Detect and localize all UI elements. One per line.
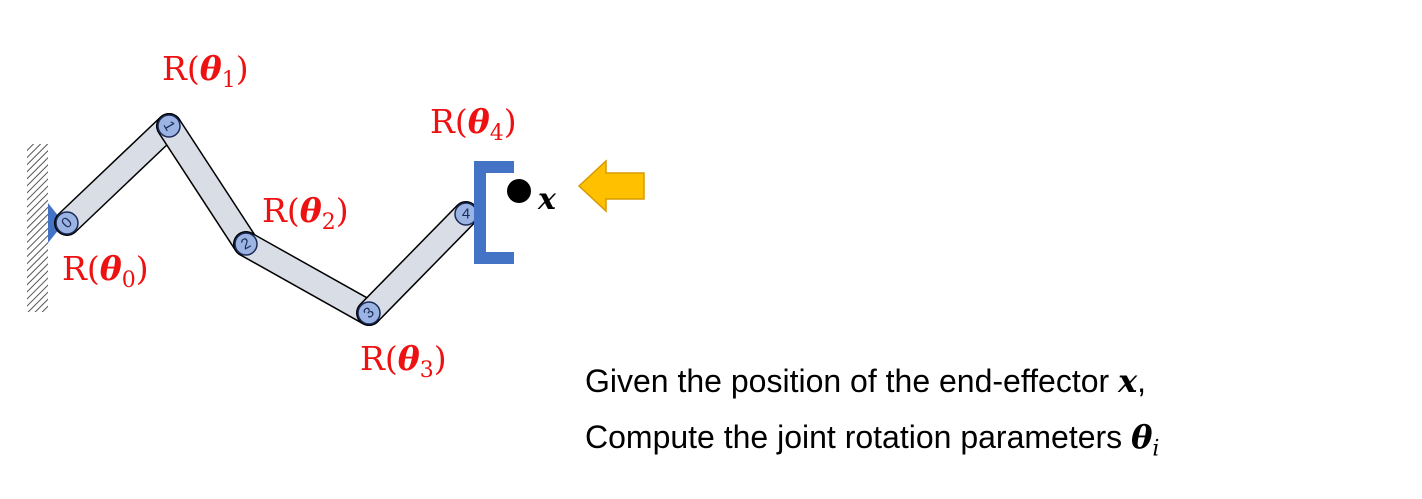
arrow-icon bbox=[577, 159, 645, 213]
gripper-icon bbox=[474, 161, 514, 264]
caption-line-1-end: , bbox=[1137, 363, 1147, 399]
caption-line-1-text: Given the position of the end-effector bbox=[585, 363, 1119, 399]
joint-label-0: R(θ0) bbox=[62, 249, 149, 293]
caption-line-1: Given the position of the end-effector x… bbox=[585, 362, 1146, 400]
joint-4-marker: 4 bbox=[454, 202, 478, 226]
caption-line-2-text: Compute the joint rotation parameters bbox=[585, 419, 1132, 455]
joint-2-marker: 2 bbox=[234, 232, 258, 256]
joint-1-marker: 1 bbox=[157, 114, 181, 138]
caption-var-x: x bbox=[1118, 362, 1138, 400]
joint-label-1: R(θ1) bbox=[162, 49, 249, 93]
target-label: x bbox=[537, 182, 557, 217]
joint-label-3: R(θ3) bbox=[360, 339, 447, 383]
caption-var-theta: θi bbox=[1131, 418, 1160, 462]
caption-line-2: Compute the joint rotation parameters θi bbox=[585, 418, 1159, 461]
joint-label-2: R(θ2) bbox=[262, 191, 349, 235]
wall-base bbox=[27, 144, 48, 312]
joint-label-4: R(θ4) bbox=[430, 102, 517, 146]
joint-0-marker: 0 bbox=[55, 211, 79, 235]
svg-text:4: 4 bbox=[462, 206, 470, 223]
joint-3-marker: 3 bbox=[357, 301, 381, 325]
target-point bbox=[507, 179, 531, 203]
